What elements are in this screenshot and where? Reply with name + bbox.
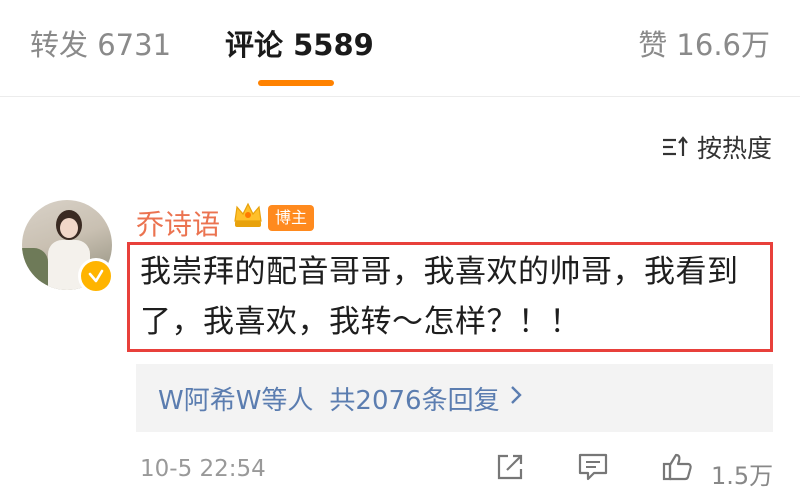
verified-icon — [78, 258, 114, 294]
replies-by: W阿希W等人 — [158, 385, 314, 416]
comment-icon[interactable] — [576, 451, 610, 487]
timestamp: 10-5 22:54 — [140, 456, 266, 482]
sort-label: 按热度 — [696, 134, 772, 163]
active-tab-indicator — [258, 80, 334, 86]
sort-icon — [661, 135, 689, 159]
replies-count: 共2076条回复 — [329, 385, 500, 416]
tab-repost[interactable]: 转发 6731 — [30, 22, 171, 64]
like-icon[interactable] — [661, 451, 695, 487]
comment-line-1: 我崇拜的配音哥哥，我喜欢的帅哥，我看到 — [140, 254, 739, 290]
username[interactable]: 乔诗语 — [136, 203, 220, 243]
tab-bar: 转发 6731 评论 5589 赞 16.6万 — [0, 0, 800, 97]
replies-link[interactable]: W阿希W等人 共2076条回复 — [136, 364, 773, 432]
author-badge: 博主 — [268, 205, 315, 231]
like-count: 1.5万 — [711, 462, 774, 490]
tab-comments[interactable]: 评论 5589 — [225, 22, 374, 64]
sort-button[interactable]: 按热度 — [661, 129, 772, 165]
share-icon[interactable] — [494, 451, 526, 487]
crown-icon — [232, 201, 264, 235]
comment-text: 我崇拜的配音哥哥，我喜欢的帅哥，我看到 了，我喜欢，我转～怎样？！！ — [140, 247, 766, 347]
tab-likes[interactable]: 赞 16.6万 — [638, 22, 770, 64]
comment-line-2: 了，我喜欢，我转～怎样？！！ — [140, 304, 581, 340]
chevron-right-icon — [508, 383, 524, 413]
